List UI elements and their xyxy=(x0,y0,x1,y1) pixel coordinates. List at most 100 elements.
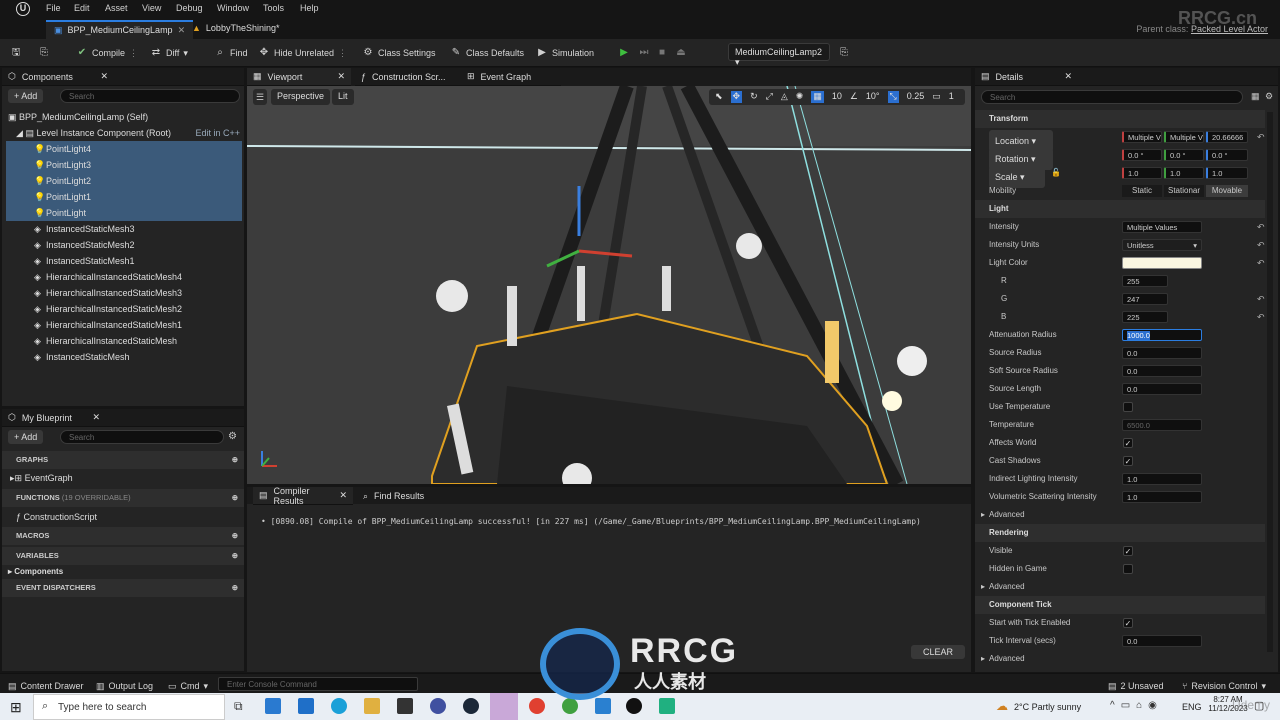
select-icon[interactable]: ⬉ xyxy=(715,91,723,103)
add-icon[interactable]: ⊕ xyxy=(232,579,238,597)
weather-icon[interactable]: ☁ xyxy=(996,699,1008,713)
component-item[interactable]: ◈ HierarchicalInstancedStaticMesh4 xyxy=(6,269,242,285)
camera-speed-value[interactable]: 1 xyxy=(949,91,954,103)
viewport[interactable]: ☰ Perspective Lit ⬉ ✥ ↻ ⤢ ◬ ✺ ▦ 10 ∠ 10°… xyxy=(247,86,971,484)
add-icon[interactable]: ⊕ xyxy=(232,489,238,507)
revision-control-button[interactable]: ⑂ Revision Control ▾ xyxy=(1182,678,1266,694)
cmd-dropdown[interactable]: ▭ Cmd ▾ xyxy=(168,678,208,694)
lit-button[interactable]: Lit xyxy=(332,89,354,105)
more-icon[interactable]: ⋮ xyxy=(338,48,347,59)
functions-section[interactable]: FUNCTIONS (19 OVERRIDABLE) ⊕ xyxy=(2,489,244,507)
details-search-input[interactable]: Search xyxy=(981,90,1243,104)
grid-snap-icon[interactable]: ▦ xyxy=(811,91,824,103)
component-item[interactable]: ◈ HierarchicalInstancedStaticMesh1 xyxy=(6,317,242,333)
event-graph-item[interactable]: ▸⊞ EventGraph xyxy=(10,470,73,486)
color-b-field[interactable]: 225 xyxy=(1122,311,1168,323)
chrome-app-icon[interactable] xyxy=(529,698,545,714)
source-radius-field[interactable]: 0.0 xyxy=(1122,347,1202,359)
debug-object-dropdown[interactable]: MediumCeilingLamp2 ▾ xyxy=(728,43,830,67)
blueprint-search-input[interactable]: Search xyxy=(60,430,224,444)
indirect-field[interactable]: 1.0 xyxy=(1122,473,1202,485)
tab-compiler-results[interactable]: ▤ Compiler Results ✕ xyxy=(253,486,353,506)
tab-viewport[interactable]: ▦ Viewport ✕ xyxy=(247,68,351,86)
light-section[interactable]: Light xyxy=(975,200,1265,218)
rotate-icon[interactable]: ↻ xyxy=(750,91,758,103)
app-icon[interactable] xyxy=(595,698,611,714)
menu-help[interactable]: Help xyxy=(300,3,319,13)
menu-asset[interactable]: Asset xyxy=(105,3,128,13)
component-self-row[interactable]: ▣ BPP_MediumCeilingLamp (Self) xyxy=(8,109,244,125)
reset-icon[interactable]: ↶ xyxy=(1257,218,1265,236)
light-color-swatch[interactable] xyxy=(1122,257,1202,269)
location-z[interactable]: 20.66666 xyxy=(1206,131,1248,143)
store-app-icon[interactable] xyxy=(265,698,281,714)
edit-in-cpp-link[interactable]: Edit in C++ xyxy=(195,125,240,141)
component-item[interactable]: ◈ InstancedStaticMesh xyxy=(6,349,242,365)
class-settings-button[interactable]: ⚙ Class Settings xyxy=(362,45,436,61)
lock-icon[interactable]: 🔓 xyxy=(1051,164,1061,182)
close-icon[interactable]: ✕ xyxy=(1064,71,1072,82)
task-view-icon[interactable]: ⧉ xyxy=(234,699,243,714)
menu-file[interactable]: File xyxy=(46,3,61,13)
perspective-button[interactable]: Perspective xyxy=(271,89,331,105)
construction-script-item[interactable]: ƒ ConstructionScript xyxy=(16,509,97,525)
play-button[interactable]: ▶ xyxy=(618,45,630,61)
debug-browse-button[interactable]: ⎘ xyxy=(838,45,850,61)
close-icon[interactable]: ✕ xyxy=(92,412,100,423)
menu-view[interactable]: View xyxy=(142,3,161,13)
edge-app-icon[interactable] xyxy=(331,698,347,714)
rendering-section[interactable]: Rendering xyxy=(975,524,1265,542)
tab-find-results[interactable]: ⌕ Find Results xyxy=(357,487,437,505)
temperature-field[interactable]: 6500.0 xyxy=(1122,419,1202,431)
app-icon[interactable] xyxy=(659,698,675,714)
reset-icon[interactable]: ↶ xyxy=(1257,254,1265,272)
app-icon[interactable] xyxy=(430,698,446,714)
mobility-static[interactable]: Static xyxy=(1122,185,1162,197)
component-item[interactable]: 💡 PointLight1 xyxy=(6,189,242,205)
gear-icon[interactable]: ⚙ xyxy=(228,431,237,442)
use-temperature-checkbox[interactable] xyxy=(1123,402,1133,412)
tab-event-graph[interactable]: ⊞ Event Graph xyxy=(461,68,561,86)
details-scrollbar[interactable] xyxy=(1267,112,1273,652)
tick-interval-field[interactable]: 0.0 xyxy=(1122,635,1202,647)
intensity-units-dropdown[interactable]: Unitless ▾ xyxy=(1122,239,1202,251)
doc-tab-level[interactable]: ▲ LobbyTheShining* xyxy=(184,20,287,39)
doc-tab-blueprint[interactable]: ▣ BPP_MediumCeilingLamp ✕ xyxy=(46,20,194,39)
angle-snap-value[interactable]: 10° xyxy=(866,91,880,103)
details-tab[interactable]: ▤ Details ✕ xyxy=(975,68,1278,86)
volumetric-field[interactable]: 1.0 xyxy=(1122,491,1202,503)
app-icon[interactable] xyxy=(397,698,413,714)
reset-icon[interactable]: ↶ xyxy=(1257,236,1265,254)
weather-text[interactable]: 2°C Partly sunny xyxy=(1014,702,1081,712)
affects-world-checkbox[interactable]: ✓ xyxy=(1123,438,1133,448)
component-item[interactable]: ◈ InstancedStaticMesh2 xyxy=(6,237,242,253)
color-g-field[interactable]: 247 xyxy=(1122,293,1168,305)
reset-icon[interactable]: ↶ xyxy=(1257,128,1265,146)
add-component-button[interactable]: + Add xyxy=(8,89,44,103)
scale-snap-icon[interactable]: ⤡ xyxy=(887,91,899,103)
event-dispatchers-section[interactable]: EVENT DISPATCHERS ⊕ xyxy=(2,579,244,597)
rotation-z[interactable]: 0.0 ° xyxy=(1206,149,1248,161)
attenuation-field[interactable]: 1000.0 xyxy=(1122,329,1202,341)
rotation-x[interactable]: 0.0 ° xyxy=(1122,149,1162,161)
browse-button[interactable]: ⎘ xyxy=(38,45,50,61)
close-icon[interactable]: ✕ xyxy=(339,490,347,501)
tab-construction-script[interactable]: ƒ Construction Scr... xyxy=(355,68,461,86)
component-item[interactable]: ◈ HierarchicalInstancedStaticMesh2 xyxy=(6,301,242,317)
explorer-app-icon[interactable] xyxy=(364,698,380,714)
eject-button[interactable]: ⏏ xyxy=(675,45,687,61)
steam-app-icon[interactable] xyxy=(463,698,479,714)
scale-x[interactable]: 1.0 xyxy=(1122,167,1162,179)
mobility-stationary[interactable]: Stationar xyxy=(1164,185,1204,197)
components-category[interactable]: ▸ Components xyxy=(8,564,63,580)
location-x[interactable]: Multiple V xyxy=(1122,131,1162,143)
console-input[interactable]: Enter Console Command xyxy=(218,677,418,691)
color-r-field[interactable]: 255 xyxy=(1122,275,1168,287)
output-log-button[interactable]: ▥ Output Log xyxy=(96,678,153,694)
find-button[interactable]: ⌕ Find xyxy=(214,45,247,61)
menu-edit[interactable]: Edit xyxy=(74,3,90,13)
add-icon[interactable]: ⊕ xyxy=(232,451,238,469)
source-length-field[interactable]: 0.0 xyxy=(1122,383,1202,395)
soft-source-field[interactable]: 0.0 xyxy=(1122,365,1202,377)
menu-debug[interactable]: Debug xyxy=(176,3,203,13)
